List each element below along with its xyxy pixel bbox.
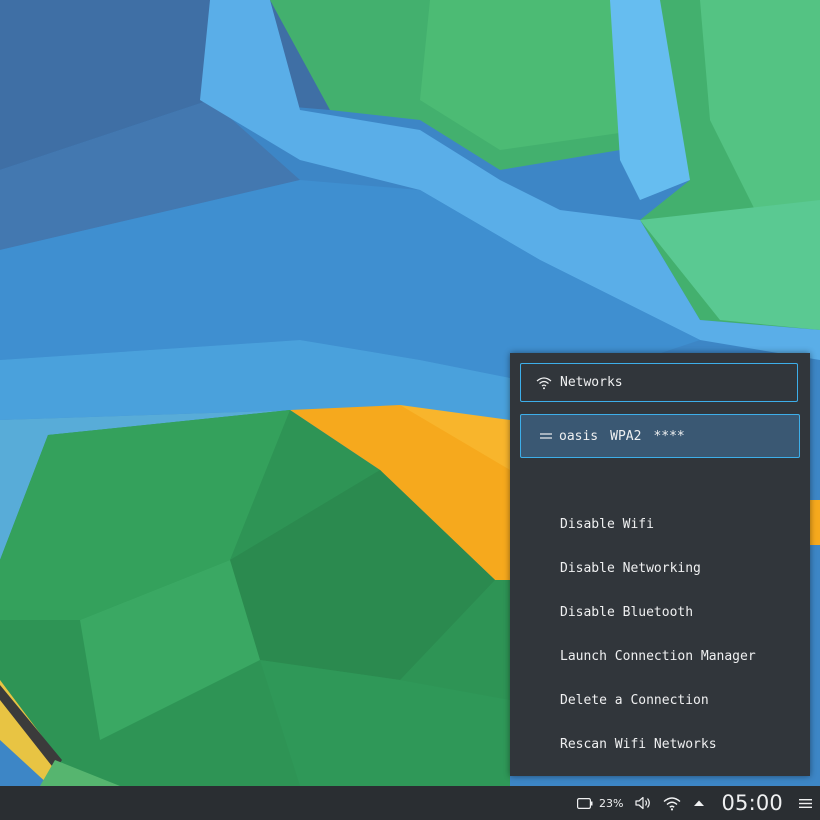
hamburger-icon	[799, 798, 812, 808]
tray-expand[interactable]	[693, 799, 705, 807]
clock[interactable]: 05:00	[721, 791, 783, 815]
menu-item-rescan-wifi[interactable]: Rescan Wifi Networks	[510, 722, 810, 766]
panel-menu[interactable]	[799, 798, 812, 809]
connection-security: WPA2	[610, 428, 642, 444]
menu-item-disable-networking[interactable]: Disable Networking	[510, 546, 810, 590]
menu-item-disable-wifi[interactable]: Disable Wifi	[510, 502, 810, 546]
ethernet-icon	[540, 433, 552, 439]
networks-header[interactable]: Networks	[520, 363, 798, 402]
chevron-up-icon	[694, 800, 705, 806]
menu-item-delete-connection[interactable]: Delete a Connection	[510, 678, 810, 722]
wifi-icon	[664, 796, 681, 810]
menu-item-launch-connection-manager[interactable]: Launch Connection Manager	[510, 634, 810, 678]
battery-indicator[interactable]: 23%	[577, 797, 623, 810]
speaker-icon	[635, 796, 651, 810]
network-connection-row[interactable]: oasis WPA2 ****	[520, 414, 800, 458]
networks-header-label: Networks	[560, 375, 623, 390]
wifi-indicator[interactable]	[663, 796, 681, 811]
taskbar-panel: 23% 05:00	[0, 786, 820, 820]
volume-indicator[interactable]	[635, 796, 651, 810]
desktop: Networks oasis WPA2 **** Disable Wifi Disa…	[0, 0, 820, 820]
menu-item-disable-bluetooth[interactable]: Disable Bluetooth	[510, 590, 810, 634]
network-popup: Networks oasis WPA2 **** Disable Wifi Disa…	[510, 353, 810, 776]
connection-name: oasis	[559, 428, 599, 444]
wifi-icon	[536, 376, 552, 389]
battery-icon	[577, 797, 593, 809]
battery-percent: 23%	[599, 796, 624, 810]
connection-password: ****	[653, 428, 685, 444]
network-menu: Disable Wifi Disable Networking Disable …	[510, 502, 810, 766]
